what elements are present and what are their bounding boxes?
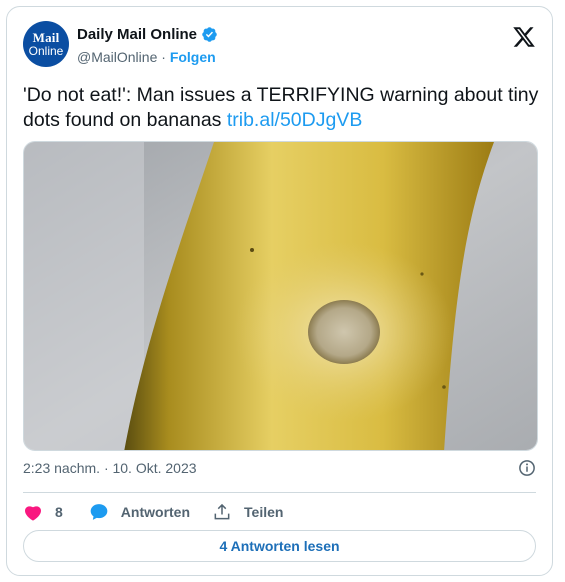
info-icon[interactable] xyxy=(518,459,536,477)
timestamp[interactable]: 2:23 nachm. · 10. Okt. 2023 xyxy=(23,460,197,476)
author-name[interactable]: Daily Mail Online xyxy=(77,26,197,43)
likes-count: 8 xyxy=(55,504,63,520)
banana-photo xyxy=(24,142,537,450)
speech-bubble-icon xyxy=(90,504,108,520)
tweet-header: Mail Online Daily Mail Online @MailOnlin… xyxy=(23,21,538,71)
avatar[interactable]: Mail Online xyxy=(23,21,69,67)
share-label: Teilen xyxy=(244,504,284,520)
tweet-image[interactable] xyxy=(23,141,538,451)
name-row: Daily Mail Online xyxy=(77,26,218,43)
handle-row: @MailOnline · Folgen xyxy=(77,49,216,65)
share-icon xyxy=(214,503,230,520)
verified-badge-icon xyxy=(202,27,217,42)
action-bar: 8 Antworten Teilen xyxy=(23,502,305,522)
author-handle[interactable]: @MailOnline xyxy=(77,49,157,65)
x-logo-icon[interactable] xyxy=(512,25,536,49)
separator: · xyxy=(157,49,170,65)
reply-label: Antworten xyxy=(120,504,191,520)
share-button[interactable]: Teilen xyxy=(212,502,283,522)
heart-icon xyxy=(25,506,41,521)
reply-button[interactable]: Antworten xyxy=(89,502,190,522)
read-replies-button[interactable]: 4 Antworten lesen xyxy=(23,530,536,562)
tweet-text: 'Do not eat!': Man issues a TERRIFYING w… xyxy=(23,83,543,133)
follow-button[interactable]: Folgen xyxy=(170,49,216,65)
divider xyxy=(23,492,536,493)
avatar-logo-line2: Online xyxy=(28,44,64,58)
like-button[interactable]: 8 xyxy=(23,503,63,521)
avatar-logo-line1: Mail xyxy=(32,30,60,45)
tweet-link[interactable]: trib.al/50DJgVB xyxy=(227,109,362,131)
tweet-card: Mail Online Daily Mail Online @MailOnlin… xyxy=(6,6,553,576)
